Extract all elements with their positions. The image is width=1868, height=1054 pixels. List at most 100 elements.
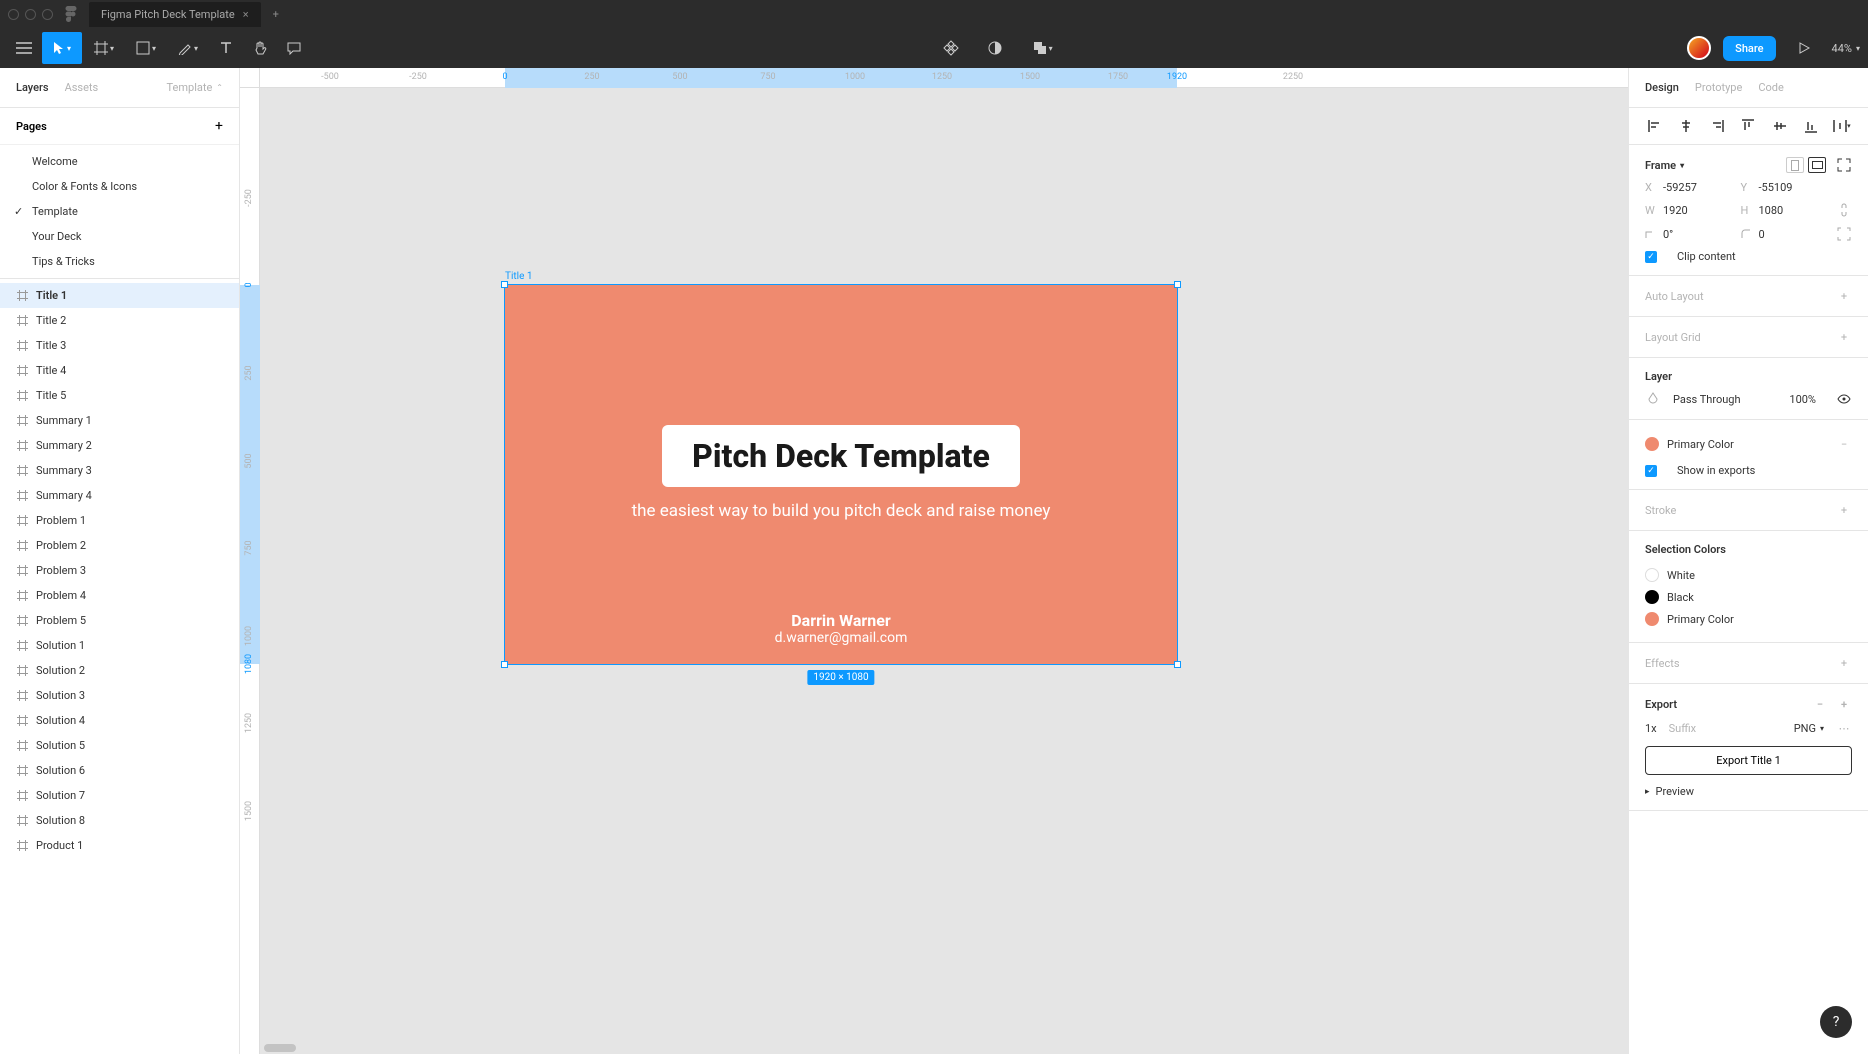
resize-handle-bl[interactable] xyxy=(501,661,508,668)
align-hcenter-icon[interactable] xyxy=(1676,118,1696,134)
show-in-exports-checkbox[interactable]: ✓ xyxy=(1645,465,1657,477)
export-scale-select[interactable]: 1x xyxy=(1645,722,1657,735)
selected-frame[interactable]: Pitch Deck Template the easiest way to b… xyxy=(505,285,1177,664)
page-item[interactable]: Welcome xyxy=(0,149,239,174)
assets-tab[interactable]: Assets xyxy=(65,81,99,94)
independent-corners-icon[interactable] xyxy=(1836,226,1852,242)
preview-label[interactable]: Preview xyxy=(1656,785,1694,798)
height-input[interactable]: 1080 xyxy=(1759,204,1784,217)
add-tab-icon[interactable]: + xyxy=(273,8,279,21)
align-bottom-icon[interactable] xyxy=(1801,118,1821,134)
orientation-landscape-icon[interactable] xyxy=(1808,157,1826,173)
layer-item[interactable]: Solution 1 xyxy=(0,633,239,658)
color-swatch[interactable] xyxy=(1645,590,1659,604)
design-tab[interactable]: Design xyxy=(1645,81,1679,94)
remove-fill-icon[interactable]: − xyxy=(1836,436,1852,452)
layer-item[interactable]: Problem 2 xyxy=(0,533,239,558)
file-tab[interactable]: Figma Pitch Deck Template × xyxy=(89,2,261,27)
layer-item[interactable]: Title 5 xyxy=(0,383,239,408)
page-item[interactable]: Template xyxy=(0,199,239,224)
layer-item[interactable]: Solution 8 xyxy=(0,808,239,833)
prototype-tab[interactable]: Prototype xyxy=(1695,81,1742,94)
align-vcenter-icon[interactable] xyxy=(1770,118,1790,134)
mask-button[interactable] xyxy=(979,32,1011,64)
fill-color-swatch[interactable] xyxy=(1645,437,1659,451)
orientation-portrait-icon[interactable] xyxy=(1786,157,1804,173)
layer-item[interactable]: Summary 1 xyxy=(0,408,239,433)
corner-input[interactable]: 0 xyxy=(1759,228,1765,241)
boolean-button[interactable]: ▾ xyxy=(1023,32,1063,64)
resize-handle-br[interactable] xyxy=(1174,661,1181,668)
layer-item[interactable]: Solution 2 xyxy=(0,658,239,683)
align-right-icon[interactable] xyxy=(1707,118,1727,134)
user-avatar[interactable] xyxy=(1687,36,1711,60)
clip-content-checkbox[interactable]: ✓ xyxy=(1645,251,1657,263)
distribute-icon[interactable]: ▾ xyxy=(1832,118,1852,134)
hand-tool[interactable] xyxy=(244,32,276,64)
component-button[interactable] xyxy=(935,32,967,64)
zoom-menu[interactable]: 44%▾ xyxy=(1832,42,1860,55)
align-top-icon[interactable] xyxy=(1738,118,1758,134)
layer-item[interactable]: Title 3 xyxy=(0,333,239,358)
page-item[interactable]: Color & Fonts & Icons xyxy=(0,174,239,199)
minimize-window-icon[interactable] xyxy=(25,9,36,20)
move-tool[interactable]: ▾ xyxy=(42,32,82,64)
width-input[interactable]: 1920 xyxy=(1663,204,1688,217)
comment-tool[interactable] xyxy=(278,32,310,64)
visibility-icon[interactable] xyxy=(1836,391,1852,407)
layer-item[interactable]: Summary 4 xyxy=(0,483,239,508)
layers-tab[interactable]: Layers xyxy=(16,81,49,94)
layer-item[interactable]: Solution 5 xyxy=(0,733,239,758)
layer-item[interactable]: Solution 7 xyxy=(0,783,239,808)
layer-item[interactable]: Summary 3 xyxy=(0,458,239,483)
page-item[interactable]: Your Deck xyxy=(0,224,239,249)
y-input[interactable]: -55109 xyxy=(1759,181,1793,194)
preview-toggle-icon[interactable]: ▸ xyxy=(1645,787,1650,797)
add-auto-layout-icon[interactable]: + xyxy=(1836,288,1852,304)
layer-item[interactable]: Solution 3 xyxy=(0,683,239,708)
layer-item[interactable]: Problem 4 xyxy=(0,583,239,608)
share-button[interactable]: Share xyxy=(1723,36,1775,61)
add-stroke-icon[interactable]: + xyxy=(1836,502,1852,518)
selection-color-row[interactable]: White xyxy=(1645,564,1852,586)
layer-item[interactable]: Solution 6 xyxy=(0,758,239,783)
export-format-select[interactable]: PNG▾ xyxy=(1794,722,1824,735)
export-button[interactable]: Export Title 1 xyxy=(1645,746,1852,775)
horizontal-scrollbar[interactable] xyxy=(264,1044,296,1052)
color-swatch[interactable] xyxy=(1645,612,1659,626)
close-tab-icon[interactable]: × xyxy=(243,8,249,21)
selection-color-row[interactable]: Primary Color xyxy=(1645,608,1852,630)
layer-item[interactable]: Title 1 xyxy=(0,283,239,308)
maximize-window-icon[interactable] xyxy=(42,9,53,20)
add-effect-icon[interactable]: + xyxy=(1836,655,1852,671)
layer-item[interactable]: Problem 1 xyxy=(0,508,239,533)
main-menu-button[interactable] xyxy=(8,32,40,64)
resize-handle-tl[interactable] xyxy=(501,281,508,288)
x-input[interactable]: -59257 xyxy=(1663,181,1697,194)
remove-export-icon[interactable]: − xyxy=(1812,696,1828,712)
page-selector[interactable]: Template⌃ xyxy=(167,81,223,94)
layer-item[interactable]: Solution 4 xyxy=(0,708,239,733)
add-layout-grid-icon[interactable]: + xyxy=(1836,329,1852,345)
text-tool[interactable] xyxy=(210,32,242,64)
blend-mode-select[interactable]: Pass Through xyxy=(1673,393,1777,406)
layer-item[interactable]: Title 2 xyxy=(0,308,239,333)
selection-color-row[interactable]: Black xyxy=(1645,586,1852,608)
frame-label[interactable]: Title 1 xyxy=(505,271,533,282)
frame-preset-label[interactable]: Frame▾ xyxy=(1645,159,1684,172)
export-options-icon[interactable]: ⋯ xyxy=(1836,720,1852,736)
layer-item[interactable]: Problem 5 xyxy=(0,608,239,633)
export-suffix-input[interactable]: Suffix xyxy=(1669,722,1782,735)
canvas-area[interactable]: -500-25002505007501000125015001750192022… xyxy=(240,68,1628,1054)
figma-logo-icon[interactable] xyxy=(65,6,77,22)
constrain-proportions-icon[interactable] xyxy=(1836,202,1852,218)
code-tab[interactable]: Code xyxy=(1758,81,1783,94)
pen-tool[interactable]: ▾ xyxy=(168,32,208,64)
layer-item[interactable]: Product 1 xyxy=(0,833,239,858)
layer-item[interactable]: Summary 2 xyxy=(0,433,239,458)
help-button[interactable]: ? xyxy=(1820,1006,1852,1038)
layer-item[interactable]: Problem 3 xyxy=(0,558,239,583)
present-button[interactable] xyxy=(1788,32,1820,64)
shape-tool[interactable]: ▾ xyxy=(126,32,166,64)
add-page-icon[interactable]: + xyxy=(215,118,223,134)
